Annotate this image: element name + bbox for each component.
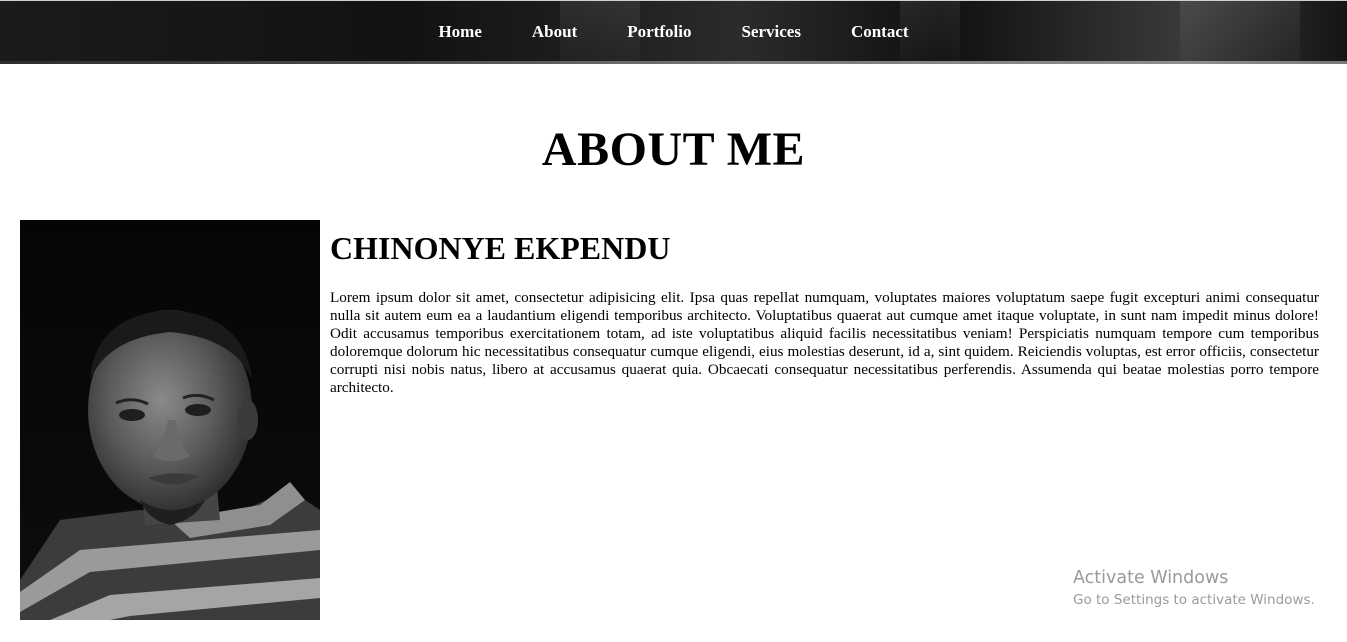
nav-link-about[interactable]: About: [532, 22, 577, 41]
profile-bio: Lorem ipsum dolor sit amet, consectetur …: [330, 289, 1319, 396]
nav-link-home[interactable]: Home: [438, 22, 481, 41]
nav-item-about: About: [507, 22, 602, 43]
profile-photo: [20, 220, 320, 620]
person-portrait-icon: [20, 220, 320, 620]
watermark-title: Activate Windows: [1073, 568, 1229, 588]
watermark-subtitle: Go to Settings to activate Windows.: [1073, 592, 1315, 608]
navbar: Home About Portfolio Services Contact: [0, 0, 1347, 64]
profile-name: CHINONYE EKPENDU: [330, 230, 671, 266]
nav-item-contact: Contact: [826, 22, 934, 43]
nav-item-services: Services: [716, 22, 825, 43]
navbar-bottom-edge: [0, 61, 1347, 64]
nav-item-home: Home: [413, 22, 506, 43]
nav-link-services[interactable]: Services: [741, 22, 800, 41]
activate-windows-watermark: Activate Windows Go to Settings to activ…: [1073, 566, 1315, 610]
nav-list: Home About Portfolio Services Contact: [0, 1, 1347, 64]
nav-link-portfolio[interactable]: Portfolio: [627, 22, 691, 41]
nav-item-portfolio: Portfolio: [602, 22, 716, 43]
page-title: ABOUT ME: [541, 123, 806, 176]
nav-link-contact[interactable]: Contact: [851, 22, 909, 41]
